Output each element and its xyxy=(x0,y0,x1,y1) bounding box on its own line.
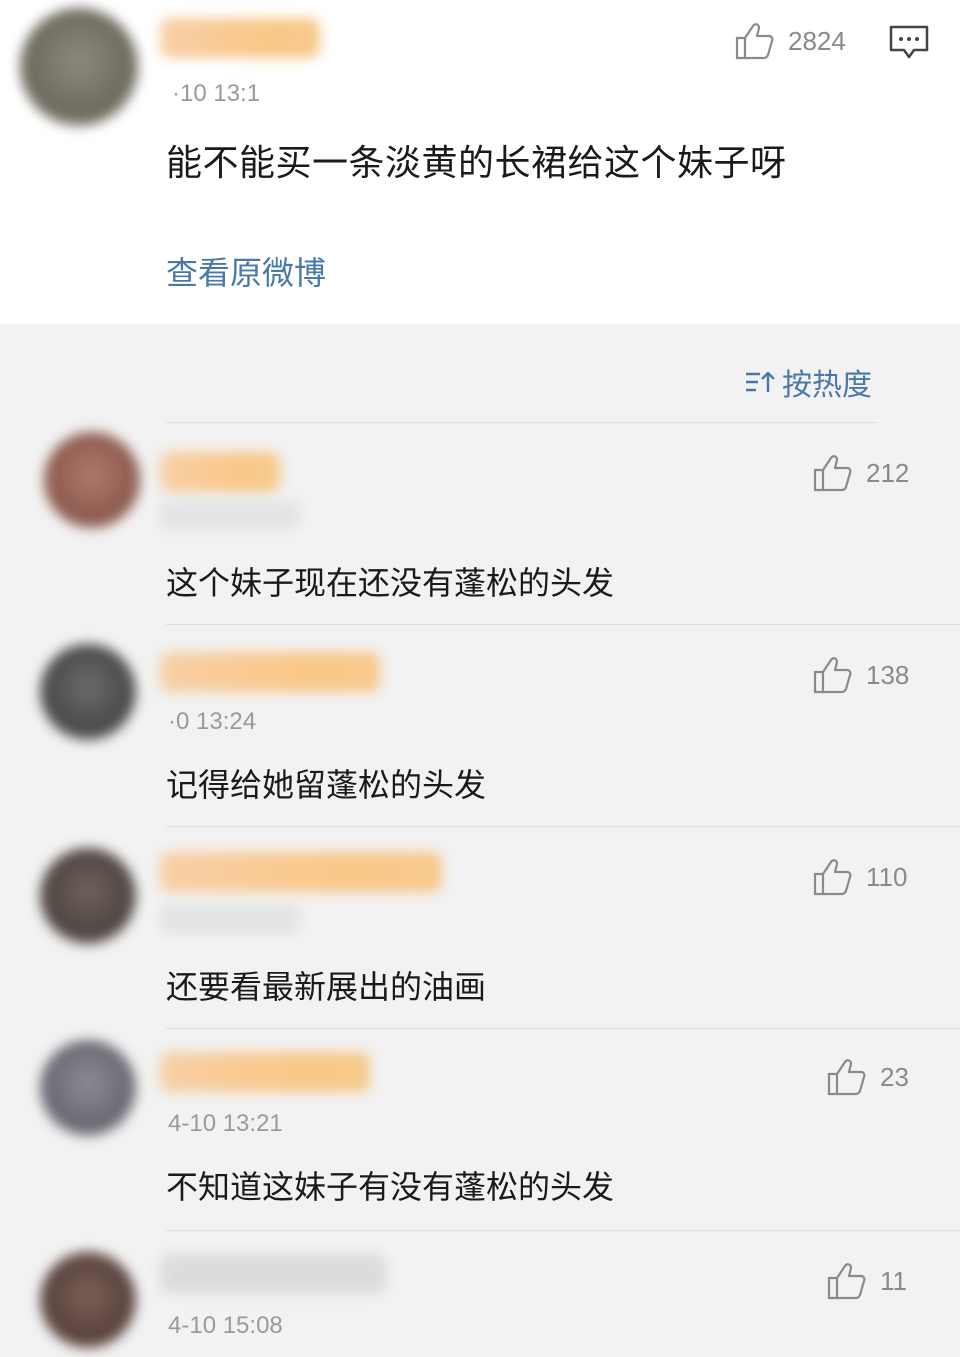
like-count: 11 xyxy=(880,1265,907,1296)
like-count: 138 xyxy=(866,659,910,690)
timestamp: ·0 13:24 xyxy=(168,708,257,735)
avatar[interactable] xyxy=(40,1040,136,1136)
divider xyxy=(166,1028,960,1029)
view-original-link[interactable]: 查看原微博 xyxy=(166,248,326,294)
thumbs-up-icon xyxy=(827,1263,866,1300)
thumbs-up-icon xyxy=(813,657,852,694)
like-button[interactable]: 11 xyxy=(826,1262,907,1300)
comment-text: 不知道这妹子有没有蓬松的头发 xyxy=(166,1168,615,1206)
timestamp: 4-10 13:21 xyxy=(168,1110,283,1137)
comment-text: 记得给她留蓬松的头发 xyxy=(166,766,487,804)
divider xyxy=(166,1230,960,1231)
like-button[interactable]: 23 xyxy=(826,1058,909,1096)
timestamp: ·10 13:1 xyxy=(172,80,261,107)
comment-text: 这个妹子现在还没有蓬松的头发 xyxy=(166,564,615,602)
sort-by-hot-button[interactable]: 按热度 xyxy=(744,360,872,404)
thumbs-up-icon xyxy=(813,859,852,896)
like-button[interactable]: 212 xyxy=(812,454,909,492)
avatar[interactable] xyxy=(44,432,140,528)
avatar[interactable] xyxy=(40,848,136,944)
avatar[interactable] xyxy=(20,8,138,126)
sort-label: 按热度 xyxy=(782,368,872,403)
thumbs-up-icon xyxy=(813,455,852,492)
like-count: 2824 xyxy=(788,25,846,56)
post-text: 能不能买一条淡黄的长裙给这个妹子呀 xyxy=(166,143,787,184)
like-count: 212 xyxy=(866,457,910,488)
like-button[interactable]: 138 xyxy=(812,656,909,694)
comment-text: 还要看最新展出的油画 xyxy=(166,968,487,1006)
like-count: 23 xyxy=(880,1061,909,1092)
thumbs-up-icon xyxy=(827,1059,866,1096)
avatar[interactable] xyxy=(40,1252,136,1348)
divider xyxy=(166,826,960,827)
like-button[interactable]: 2824 xyxy=(734,22,846,60)
username[interactable] xyxy=(160,1254,386,1294)
like-button[interactable]: 110 xyxy=(812,858,907,896)
original-post-card: ·10 13:1 2824 能不能买一条淡黄的长裙给这个妹子呀 查看原微博 xyxy=(0,0,960,324)
thumbs-up-icon xyxy=(735,23,774,60)
avatar[interactable] xyxy=(40,644,136,740)
username[interactable] xyxy=(160,652,380,692)
divider xyxy=(166,422,878,423)
username[interactable] xyxy=(160,852,442,892)
like-count: 110 xyxy=(866,861,908,892)
timestamp-mask xyxy=(280,74,340,110)
username[interactable] xyxy=(160,452,280,492)
timestamp xyxy=(160,904,300,934)
comment-icon[interactable] xyxy=(888,24,930,60)
username[interactable] xyxy=(160,18,320,58)
username[interactable] xyxy=(160,1052,370,1092)
timestamp: 4-10 15:08 xyxy=(168,1312,283,1339)
timestamp xyxy=(160,500,300,530)
sort-icon xyxy=(746,371,775,392)
divider xyxy=(166,624,960,625)
